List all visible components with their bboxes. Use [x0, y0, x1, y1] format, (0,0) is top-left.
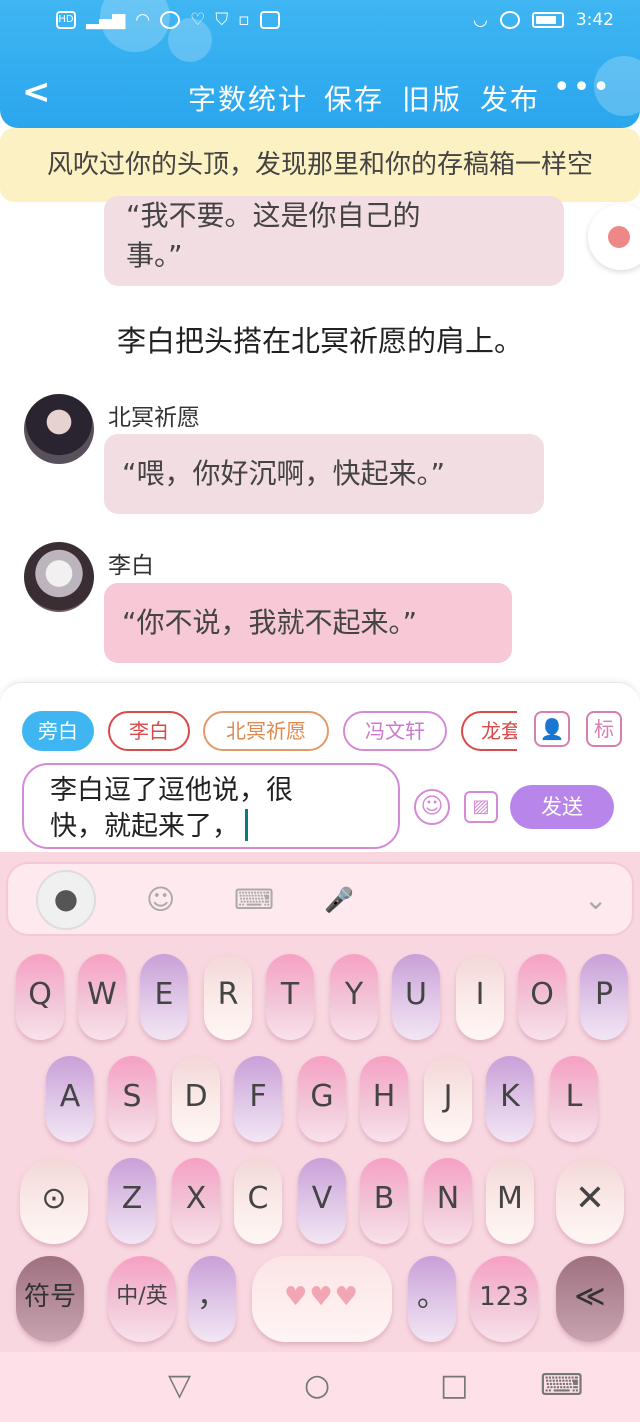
message-bubble[interactable]: “喂，你好沉啊，快起来。”	[104, 434, 544, 514]
key-g[interactable]: G	[298, 1056, 346, 1142]
role-chip-beiming[interactable]: 北冥祈愿	[203, 711, 329, 751]
key-n[interactable]: N	[424, 1158, 472, 1244]
hd-icon: HD	[56, 11, 76, 29]
message-text-line: “我不要。这是你自己的	[126, 199, 421, 232]
key-y[interactable]: Y	[330, 954, 378, 1040]
key-v[interactable]: V	[298, 1158, 346, 1244]
key-s[interactable]: S	[108, 1056, 156, 1142]
key-p[interactable]: P	[580, 954, 628, 1040]
mic-icon[interactable]: 🎤	[324, 882, 354, 918]
nav-keyboard-icon[interactable]: ⌨	[540, 1368, 583, 1403]
narration-line[interactable]: 李白把头搭在北冥祈愿的肩上。	[0, 318, 640, 360]
clock-time: 3:42	[575, 10, 614, 30]
role-chip-narrator[interactable]: 旁白	[22, 711, 94, 751]
headphones-icon: ◡	[472, 10, 488, 30]
nav-recent-icon[interactable]: □	[440, 1368, 468, 1403]
key-a[interactable]: A	[46, 1056, 94, 1142]
key-o[interactable]: O	[518, 954, 566, 1040]
key-u[interactable]: U	[392, 954, 440, 1040]
key-t[interactable]: T	[266, 954, 314, 1040]
system-nav-bar: ▽ ○ □ ⌨	[0, 1352, 640, 1422]
delete-icon[interactable]: ✕	[556, 1158, 624, 1244]
data-saver-icon	[499, 11, 520, 29]
app-header: < 字数统计 保存 旧版 发布 •••	[0, 70, 640, 120]
helper-icon	[608, 226, 630, 248]
floating-helper-button[interactable]	[588, 204, 640, 270]
input-text-line: 快，就起来了，	[50, 811, 239, 842]
status-bar: HD ▂▄▆ ◠ ♡ ⛉ ▫ ◡ 3:42	[0, 8, 640, 36]
key-w[interactable]: W	[78, 954, 126, 1040]
avatar[interactable]	[24, 542, 94, 612]
keyboard: ● ☺ ⌨ 🎤 ⌄ Q W E R T Y U I O P A S D F G …	[0, 852, 640, 1352]
search-icon[interactable]: ⊙	[20, 1158, 88, 1244]
keyboard-icon[interactable]: ⌨	[234, 882, 274, 918]
emoji-icon[interactable]: ☺	[414, 789, 450, 825]
key-b[interactable]: B	[360, 1158, 408, 1244]
collapse-icon[interactable]: ⌄	[584, 882, 607, 918]
wifi-icon: ◠	[135, 10, 151, 30]
key-r[interactable]: R	[204, 954, 252, 1040]
keyboard-toolbar: ● ☺ ⌨ 🎤 ⌄	[6, 862, 634, 936]
word-count-button[interactable]: 字数统计	[188, 78, 308, 118]
speaker-name: 北冥祈愿	[108, 405, 200, 431]
vpn-icon	[160, 11, 181, 29]
input-text-line: 李白逗了逗他说，很	[50, 775, 293, 806]
save-button[interactable]: 保存	[324, 78, 384, 118]
top-bar: HD ▂▄▆ ◠ ♡ ⛉ ▫ ◡ 3:42 < 字数统计 保存 旧版 发布 ••…	[0, 0, 640, 128]
enter-icon[interactable]: ≪	[556, 1256, 624, 1342]
number-key[interactable]: 123	[470, 1256, 538, 1342]
key-h[interactable]: H	[360, 1056, 408, 1142]
old-version-button[interactable]: 旧版	[402, 78, 462, 118]
role-chip-extra[interactable]: 龙套	[461, 711, 517, 751]
space-key[interactable]: ♥♥♥	[252, 1256, 392, 1342]
key-k[interactable]: K	[486, 1056, 534, 1142]
nfc-icon: ▫	[238, 10, 250, 30]
role-manager-icon[interactable]: 👤	[534, 711, 570, 747]
penguin-icon[interactable]: ●	[36, 870, 96, 930]
message-bubble[interactable]: “你不说，我就不起来。”	[104, 583, 512, 663]
key-e[interactable]: E	[140, 954, 188, 1040]
image-icon[interactable]: ▨	[464, 791, 498, 823]
text-caret	[245, 809, 248, 841]
key-c[interactable]: C	[234, 1158, 282, 1244]
key-d[interactable]: D	[172, 1056, 220, 1142]
key-j[interactable]: J	[424, 1056, 472, 1142]
symbols-key[interactable]: 符号	[16, 1256, 84, 1342]
heart-icon: ♡	[190, 10, 206, 30]
comma-key[interactable]: ，	[188, 1256, 236, 1342]
key-z[interactable]: Z	[108, 1158, 156, 1244]
avatar[interactable]	[24, 394, 94, 464]
signal-icon: ▂▄▆	[86, 10, 126, 30]
nav-back-icon[interactable]: ▽	[168, 1368, 191, 1403]
back-icon[interactable]: <	[22, 74, 51, 110]
key-m[interactable]: M	[486, 1158, 534, 1244]
shield-icon: ⛉	[215, 10, 229, 30]
key-f[interactable]: F	[234, 1056, 282, 1142]
key-i[interactable]: I	[456, 954, 504, 1040]
key-l[interactable]: L	[550, 1056, 598, 1142]
more-icon[interactable]: •••	[553, 70, 612, 105]
emoji-icon[interactable]: ☺	[146, 882, 175, 918]
composer-panel: 旁白 李白 北冥祈愿 冯文轩 龙套 👤 标 李白逗了逗他说，很 快，就起来了， …	[0, 682, 640, 852]
previous-message-bubble[interactable]: “我不要。这是你自己的 事。”	[104, 196, 564, 286]
role-chip-feng[interactable]: 冯文轩	[343, 711, 447, 751]
send-button[interactable]: 发送	[510, 785, 614, 829]
role-chip-libai[interactable]: 李白	[108, 711, 190, 751]
period-key[interactable]: 。	[408, 1256, 456, 1342]
notice-banner: 风吹过你的头顶，发现那里和你的存稿箱一样空	[0, 128, 640, 202]
message-text-line: 事。”	[126, 239, 183, 272]
nav-home-icon[interactable]: ○	[304, 1368, 330, 1403]
publish-button[interactable]: 发布	[480, 78, 540, 118]
message-input[interactable]: 李白逗了逗他说，很 快，就起来了，	[22, 763, 400, 849]
speaker-name: 李白	[108, 553, 154, 579]
key-q[interactable]: Q	[16, 954, 64, 1040]
battery-icon	[531, 12, 564, 28]
app-notification-icon	[259, 11, 280, 29]
key-x[interactable]: X	[172, 1158, 220, 1244]
language-switch-key[interactable]: 中/英	[108, 1256, 176, 1342]
mark-button[interactable]: 标	[586, 711, 622, 747]
